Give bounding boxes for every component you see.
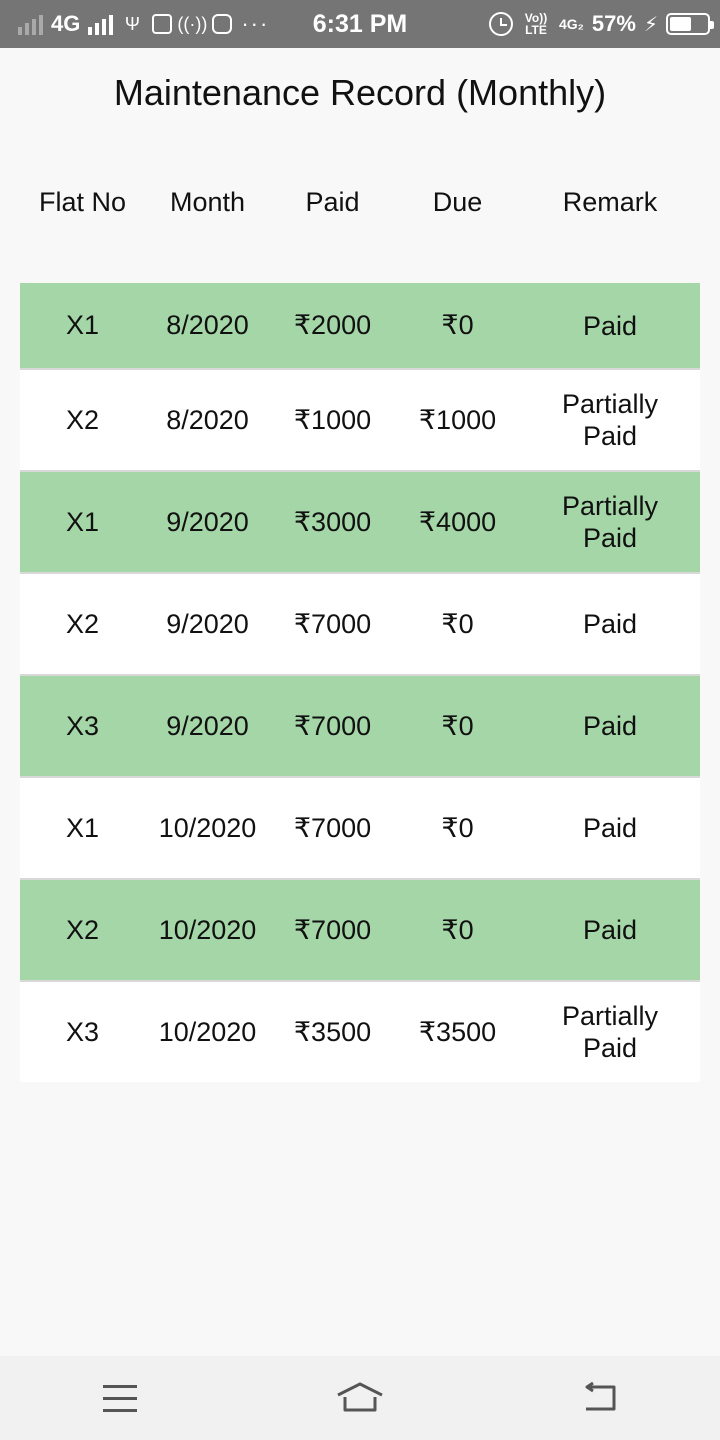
cell-month: 10/2020 [158, 1016, 257, 1047]
cell-remark: Paid [582, 609, 638, 639]
cell-paid: ₹7000 [293, 812, 372, 843]
header-due: Due [432, 186, 483, 217]
cell-paid: ₹2000 [293, 310, 372, 340]
charging-icon: ⚡ [643, 13, 658, 36]
status-right: Vo)) LTE 4G₂ 57% ⚡ [489, 0, 714, 48]
header-remark: Remark [562, 186, 658, 217]
cell-flat: X2 [65, 914, 100, 945]
cell-remark: Paid [582, 915, 638, 945]
cell-month: 9/2020 [166, 506, 249, 537]
network-type-label: 4G [51, 11, 81, 36]
cell-remark: Partially Paid [561, 491, 659, 553]
cell-due: ₹0 [441, 310, 474, 340]
table-row: X1 8/2020 ₹2000 ₹0 Paid [20, 283, 700, 370]
cell-month: 8/2020 [166, 404, 249, 435]
battery-icon [666, 13, 714, 35]
table-row: X2 9/2020 ₹7000 ₹0 Paid [20, 574, 700, 676]
cell-remark: Partially Paid [561, 389, 659, 451]
cell-paid: ₹7000 [293, 608, 372, 639]
volte-label: Vo)) LTE [524, 11, 548, 37]
hotspot-icon: ((·)) [177, 13, 208, 34]
alarm-icon [489, 12, 513, 36]
table-row: X1 10/2020 ₹7000 ₹0 Paid [20, 778, 700, 880]
signal-icon [18, 13, 43, 35]
cell-paid: ₹3500 [293, 1016, 372, 1047]
header-flat-no: Flat No [38, 186, 127, 217]
navigation-bar [0, 1356, 720, 1440]
battery-percent: 57% [591, 11, 636, 36]
status-left: 4G Ψ ((·)) ··· [18, 0, 269, 48]
cell-month: 10/2020 [158, 812, 257, 843]
menu-button[interactable] [90, 1368, 150, 1428]
cell-flat: X3 [65, 710, 100, 741]
battery-level-fill [670, 17, 691, 31]
cell-flat: X1 [65, 506, 100, 537]
usb-icon: Ψ [124, 13, 140, 34]
cell-flat: X2 [65, 608, 100, 639]
header-month: Month [169, 186, 246, 217]
back-icon [585, 1381, 616, 1411]
cell-month: 8/2020 [166, 310, 249, 340]
cell-due: ₹0 [441, 710, 474, 741]
cell-month: 10/2020 [158, 914, 257, 945]
back-button[interactable] [570, 1368, 630, 1428]
table-row: X3 10/2020 ₹3500 ₹3500 Partially Paid [20, 982, 700, 1082]
home-icon [337, 1382, 383, 1412]
header-paid: Paid [305, 186, 360, 217]
table-row: X1 9/2020 ₹3000 ₹4000 Partially Paid [20, 472, 700, 574]
cell-paid: ₹1000 [293, 404, 372, 435]
cell-flat: X3 [65, 1016, 100, 1047]
table-body: X1 8/2020 ₹2000 ₹0 Paid X2 8/2020 ₹1000 … [20, 283, 700, 1082]
cell-due: ₹0 [441, 812, 474, 843]
instagram-icon [211, 13, 233, 35]
cell-remark: Paid [582, 310, 638, 341]
status-bar: 4G Ψ ((·)) ··· 6:31 PM Vo)) LTE 4G₂ 57% … [0, 0, 720, 48]
cell-due: ₹4000 [418, 506, 497, 537]
menu-icon [103, 1384, 137, 1412]
cell-flat: X2 [65, 404, 100, 435]
table-row: X2 8/2020 ₹1000 ₹1000 Partially Paid [20, 370, 700, 472]
cell-due: ₹1000 [418, 404, 497, 435]
signal-icon [88, 13, 114, 35]
cell-due: ₹3500 [418, 1016, 497, 1047]
cell-flat: X1 [65, 310, 100, 340]
usb-debug-icon [151, 13, 173, 35]
cell-paid: ₹7000 [293, 914, 372, 945]
cell-due: ₹0 [441, 608, 474, 639]
cell-remark: Paid [582, 813, 638, 843]
cell-flat: X1 [65, 812, 100, 843]
page-title: Maintenance Record (Monthly) [113, 72, 607, 113]
table-row: X2 10/2020 ₹7000 ₹0 Paid [20, 880, 700, 982]
cell-month: 9/2020 [166, 608, 249, 639]
home-button[interactable] [330, 1368, 390, 1428]
cell-remark: Paid [582, 711, 638, 741]
cell-paid: ₹3000 [293, 506, 372, 537]
cell-paid: ₹7000 [293, 710, 372, 741]
more-dots-icon: ··· [241, 11, 270, 36]
table-row: X3 9/2020 ₹7000 ₹0 Paid [20, 676, 700, 778]
cell-due: ₹0 [441, 914, 474, 945]
network-type-label-2: 4G₂ [559, 16, 584, 32]
cell-remark: Partially Paid [561, 1001, 659, 1063]
table-header: Flat No Month Paid Due Remark [20, 178, 700, 226]
cell-month: 9/2020 [166, 710, 249, 741]
